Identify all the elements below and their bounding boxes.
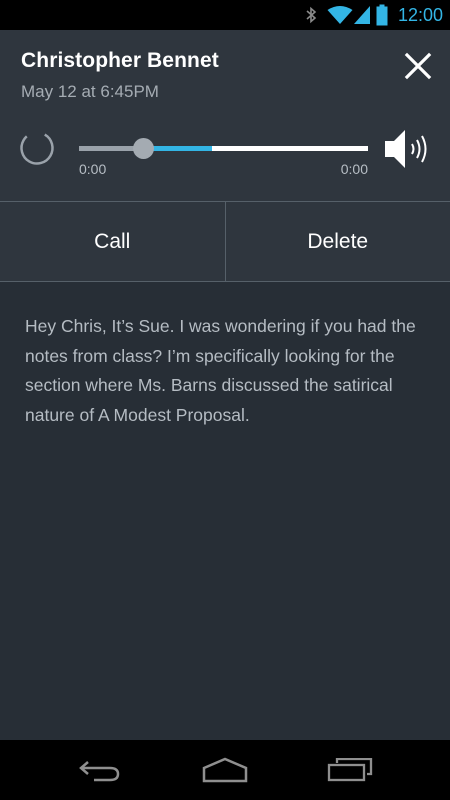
back-button[interactable] bbox=[55, 740, 145, 800]
voicemail-header: Christopher Bennet May 12 at 6:45PM 0:00… bbox=[0, 30, 450, 202]
home-icon bbox=[202, 757, 248, 783]
seek-thumb[interactable] bbox=[132, 138, 154, 159]
voicemail-transcript: Hey Chris, It’s Sue. I was wondering if … bbox=[25, 316, 416, 425]
voicemail-timestamp: May 12 at 6:45PM bbox=[21, 82, 159, 101]
recent-apps-icon bbox=[327, 758, 373, 782]
status-bar: 12:00 bbox=[0, 0, 450, 30]
bluetooth-icon bbox=[302, 0, 320, 30]
navigation-bar bbox=[0, 740, 450, 800]
contact-name: Christopher Bennet bbox=[21, 49, 219, 72]
delete-button[interactable]: Delete bbox=[226, 202, 450, 281]
close-button[interactable] bbox=[404, 52, 432, 80]
close-icon bbox=[404, 52, 432, 80]
home-button[interactable] bbox=[180, 740, 270, 800]
loading-spinner-icon bbox=[19, 130, 55, 166]
elapsed-time: 0:00 bbox=[79, 161, 107, 177]
battery-icon bbox=[374, 0, 390, 30]
call-button[interactable]: Call bbox=[0, 202, 225, 281]
wifi-icon bbox=[326, 0, 354, 30]
total-duration: 0:00 bbox=[340, 161, 368, 177]
recent-apps-button[interactable] bbox=[305, 740, 395, 800]
cell-signal-icon bbox=[352, 0, 372, 30]
status-time: 12:00 bbox=[397, 5, 443, 25]
back-icon bbox=[79, 761, 120, 782]
speaker-button[interactable] bbox=[383, 128, 433, 170]
action-bar: Call Delete bbox=[0, 201, 450, 282]
speaker-icon bbox=[385, 130, 427, 168]
seek-bar[interactable] bbox=[79, 138, 368, 159]
